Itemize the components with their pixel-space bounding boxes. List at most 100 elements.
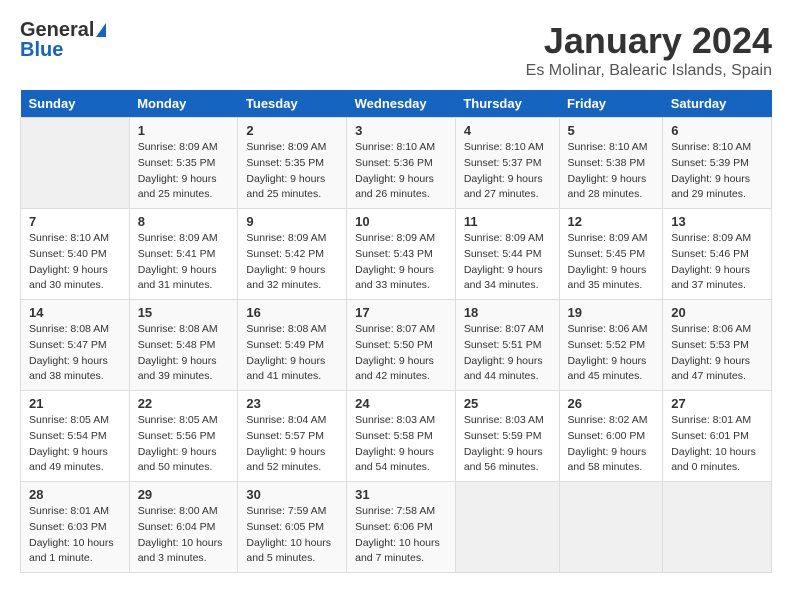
calendar-cell: 10 Sunrise: 8:09 AMSunset: 5:43 PMDayligh… bbox=[347, 209, 456, 300]
day-number: 16 bbox=[246, 305, 338, 320]
day-of-week-header: Friday bbox=[559, 90, 663, 118]
day-of-week-header: Wednesday bbox=[347, 90, 456, 118]
title-area: January 2024 Es Molinar, Balearic Island… bbox=[526, 20, 772, 80]
calendar-cell: 30 Sunrise: 7:59 AMSunset: 6:05 PMDayligh… bbox=[238, 482, 347, 573]
day-info: Sunrise: 8:08 AMSunset: 5:49 PMDaylight:… bbox=[246, 322, 338, 385]
day-info: Sunrise: 8:02 AMSunset: 6:00 PMDaylight:… bbox=[568, 413, 655, 476]
day-info: Sunrise: 8:09 AMSunset: 5:43 PMDaylight:… bbox=[355, 231, 447, 294]
day-info: Sunrise: 8:00 AMSunset: 6:04 PMDaylight:… bbox=[138, 504, 230, 567]
calendar-cell: 4 Sunrise: 8:10 AMSunset: 5:37 PMDaylight… bbox=[455, 118, 559, 209]
day-of-week-header: Tuesday bbox=[238, 90, 347, 118]
day-number: 11 bbox=[464, 214, 551, 229]
calendar-cell: 24 Sunrise: 8:03 AMSunset: 5:58 PMDayligh… bbox=[347, 391, 456, 482]
day-info: Sunrise: 8:09 AMSunset: 5:35 PMDaylight:… bbox=[138, 140, 230, 203]
calendar-cell: 15 Sunrise: 8:08 AMSunset: 5:48 PMDayligh… bbox=[129, 300, 238, 391]
day-of-week-header: Thursday bbox=[455, 90, 559, 118]
day-number: 24 bbox=[355, 396, 447, 411]
calendar-cell bbox=[663, 482, 772, 573]
day-number: 26 bbox=[568, 396, 655, 411]
day-info: Sunrise: 8:09 AMSunset: 5:42 PMDaylight:… bbox=[246, 231, 338, 294]
calendar-week-row: 28 Sunrise: 8:01 AMSunset: 6:03 PMDayligh… bbox=[21, 482, 772, 573]
day-number: 23 bbox=[246, 396, 338, 411]
day-number: 9 bbox=[246, 214, 338, 229]
logo-general-text: General bbox=[20, 20, 94, 40]
day-info: Sunrise: 8:03 AMSunset: 5:58 PMDaylight:… bbox=[355, 413, 447, 476]
calendar-cell: 6 Sunrise: 8:10 AMSunset: 5:39 PMDaylight… bbox=[663, 118, 772, 209]
day-info: Sunrise: 8:09 AMSunset: 5:35 PMDaylight:… bbox=[246, 140, 338, 203]
day-number: 15 bbox=[138, 305, 230, 320]
day-info: Sunrise: 8:05 AMSunset: 5:56 PMDaylight:… bbox=[138, 413, 230, 476]
logo: General Blue bbox=[20, 20, 106, 60]
day-info: Sunrise: 8:01 AMSunset: 6:03 PMDaylight:… bbox=[29, 504, 121, 567]
day-number: 13 bbox=[671, 214, 763, 229]
calendar-cell: 12Sunrise: 8:09 AMSunset: 5:45 PMDayligh… bbox=[559, 209, 663, 300]
calendar-cell: 20 Sunrise: 8:06 AMSunset: 5:53 PMDayligh… bbox=[663, 300, 772, 391]
calendar-cell bbox=[21, 118, 130, 209]
logo-triangle-icon bbox=[96, 23, 106, 37]
calendar-cell bbox=[455, 482, 559, 573]
day-info: Sunrise: 8:06 AMSunset: 5:52 PMDaylight:… bbox=[568, 322, 655, 385]
header: General Blue January 2024 Es Molinar, Ba… bbox=[20, 20, 772, 80]
day-number: 22 bbox=[138, 396, 230, 411]
calendar-cell: 8Sunrise: 8:09 AMSunset: 5:41 PMDaylight… bbox=[129, 209, 238, 300]
calendar-week-row: 7 Sunrise: 8:10 AMSunset: 5:40 PMDaylight… bbox=[21, 209, 772, 300]
calendar-cell: 23Sunrise: 8:04 AMSunset: 5:57 PMDayligh… bbox=[238, 391, 347, 482]
day-info: Sunrise: 8:05 AMSunset: 5:54 PMDaylight:… bbox=[29, 413, 121, 476]
calendar-table: SundayMondayTuesdayWednesdayThursdayFrid… bbox=[20, 90, 772, 573]
day-number: 27 bbox=[671, 396, 763, 411]
calendar-cell: 16 Sunrise: 8:08 AMSunset: 5:49 PMDayligh… bbox=[238, 300, 347, 391]
day-number: 30 bbox=[246, 487, 338, 502]
day-of-week-header: Saturday bbox=[663, 90, 772, 118]
day-number: 29 bbox=[138, 487, 230, 502]
day-info: Sunrise: 8:06 AMSunset: 5:53 PMDaylight:… bbox=[671, 322, 763, 385]
day-info: Sunrise: 8:01 AMSunset: 6:01 PMDaylight:… bbox=[671, 413, 763, 476]
day-number: 25 bbox=[464, 396, 551, 411]
day-info: Sunrise: 8:07 AMSunset: 5:51 PMDaylight:… bbox=[464, 322, 551, 385]
day-info: Sunrise: 8:10 AMSunset: 5:38 PMDaylight:… bbox=[568, 140, 655, 203]
calendar-week-row: 1 Sunrise: 8:09 AMSunset: 5:35 PMDaylight… bbox=[21, 118, 772, 209]
day-info: Sunrise: 8:09 AMSunset: 5:44 PMDaylight:… bbox=[464, 231, 551, 294]
day-info: Sunrise: 8:07 AMSunset: 5:50 PMDaylight:… bbox=[355, 322, 447, 385]
calendar-header: SundayMondayTuesdayWednesdayThursdayFrid… bbox=[21, 90, 772, 118]
main-title: January 2024 bbox=[526, 20, 772, 62]
day-info: Sunrise: 8:10 AMSunset: 5:36 PMDaylight:… bbox=[355, 140, 447, 203]
calendar-week-row: 14Sunrise: 8:08 AMSunset: 5:47 PMDayligh… bbox=[21, 300, 772, 391]
day-number: 6 bbox=[671, 123, 763, 138]
calendar-cell: 11 Sunrise: 8:09 AMSunset: 5:44 PMDayligh… bbox=[455, 209, 559, 300]
calendar-cell: 18Sunrise: 8:07 AMSunset: 5:51 PMDayligh… bbox=[455, 300, 559, 391]
calendar-cell: 1 Sunrise: 8:09 AMSunset: 5:35 PMDaylight… bbox=[129, 118, 238, 209]
day-number: 14 bbox=[29, 305, 121, 320]
day-info: Sunrise: 7:58 AMSunset: 6:06 PMDaylight:… bbox=[355, 504, 447, 567]
day-number: 19 bbox=[568, 305, 655, 320]
day-number: 10 bbox=[355, 214, 447, 229]
day-of-week-header: Sunday bbox=[21, 90, 130, 118]
subtitle: Es Molinar, Balearic Islands, Spain bbox=[526, 62, 772, 80]
day-info: Sunrise: 7:59 AMSunset: 6:05 PMDaylight:… bbox=[246, 504, 338, 567]
day-number: 12 bbox=[568, 214, 655, 229]
day-number: 28 bbox=[29, 487, 121, 502]
day-info: Sunrise: 8:10 AMSunset: 5:40 PMDaylight:… bbox=[29, 231, 121, 294]
day-number: 7 bbox=[29, 214, 121, 229]
day-number: 31 bbox=[355, 487, 447, 502]
calendar-cell: 28 Sunrise: 8:01 AMSunset: 6:03 PMDayligh… bbox=[21, 482, 130, 573]
calendar-cell: 3Sunrise: 8:10 AMSunset: 5:36 PMDaylight… bbox=[347, 118, 456, 209]
calendar-cell: 14Sunrise: 8:08 AMSunset: 5:47 PMDayligh… bbox=[21, 300, 130, 391]
calendar-cell: 31 Sunrise: 7:58 AMSunset: 6:06 PMDayligh… bbox=[347, 482, 456, 573]
day-info: Sunrise: 8:10 AMSunset: 5:37 PMDaylight:… bbox=[464, 140, 551, 203]
day-number: 4 bbox=[464, 123, 551, 138]
day-number: 1 bbox=[138, 123, 230, 138]
calendar-cell: 21Sunrise: 8:05 AMSunset: 5:54 PMDayligh… bbox=[21, 391, 130, 482]
day-info: Sunrise: 8:09 AMSunset: 5:41 PMDaylight:… bbox=[138, 231, 230, 294]
day-info: Sunrise: 8:09 AMSunset: 5:46 PMDaylight:… bbox=[671, 231, 763, 294]
calendar-cell: 17Sunrise: 8:07 AMSunset: 5:50 PMDayligh… bbox=[347, 300, 456, 391]
calendar-cell: 22 Sunrise: 8:05 AMSunset: 5:56 PMDayligh… bbox=[129, 391, 238, 482]
day-info: Sunrise: 8:08 AMSunset: 5:48 PMDaylight:… bbox=[138, 322, 230, 385]
day-info: Sunrise: 8:03 AMSunset: 5:59 PMDaylight:… bbox=[464, 413, 551, 476]
logo-blue-text: Blue bbox=[20, 40, 63, 60]
calendar-cell: 29 Sunrise: 8:00 AMSunset: 6:04 PMDayligh… bbox=[129, 482, 238, 573]
calendar-cell: 19 Sunrise: 8:06 AMSunset: 5:52 PMDayligh… bbox=[559, 300, 663, 391]
day-info: Sunrise: 8:10 AMSunset: 5:39 PMDaylight:… bbox=[671, 140, 763, 203]
calendar-cell: 26 Sunrise: 8:02 AMSunset: 6:00 PMDayligh… bbox=[559, 391, 663, 482]
calendar-cell: 9 Sunrise: 8:09 AMSunset: 5:42 PMDaylight… bbox=[238, 209, 347, 300]
day-number: 20 bbox=[671, 305, 763, 320]
